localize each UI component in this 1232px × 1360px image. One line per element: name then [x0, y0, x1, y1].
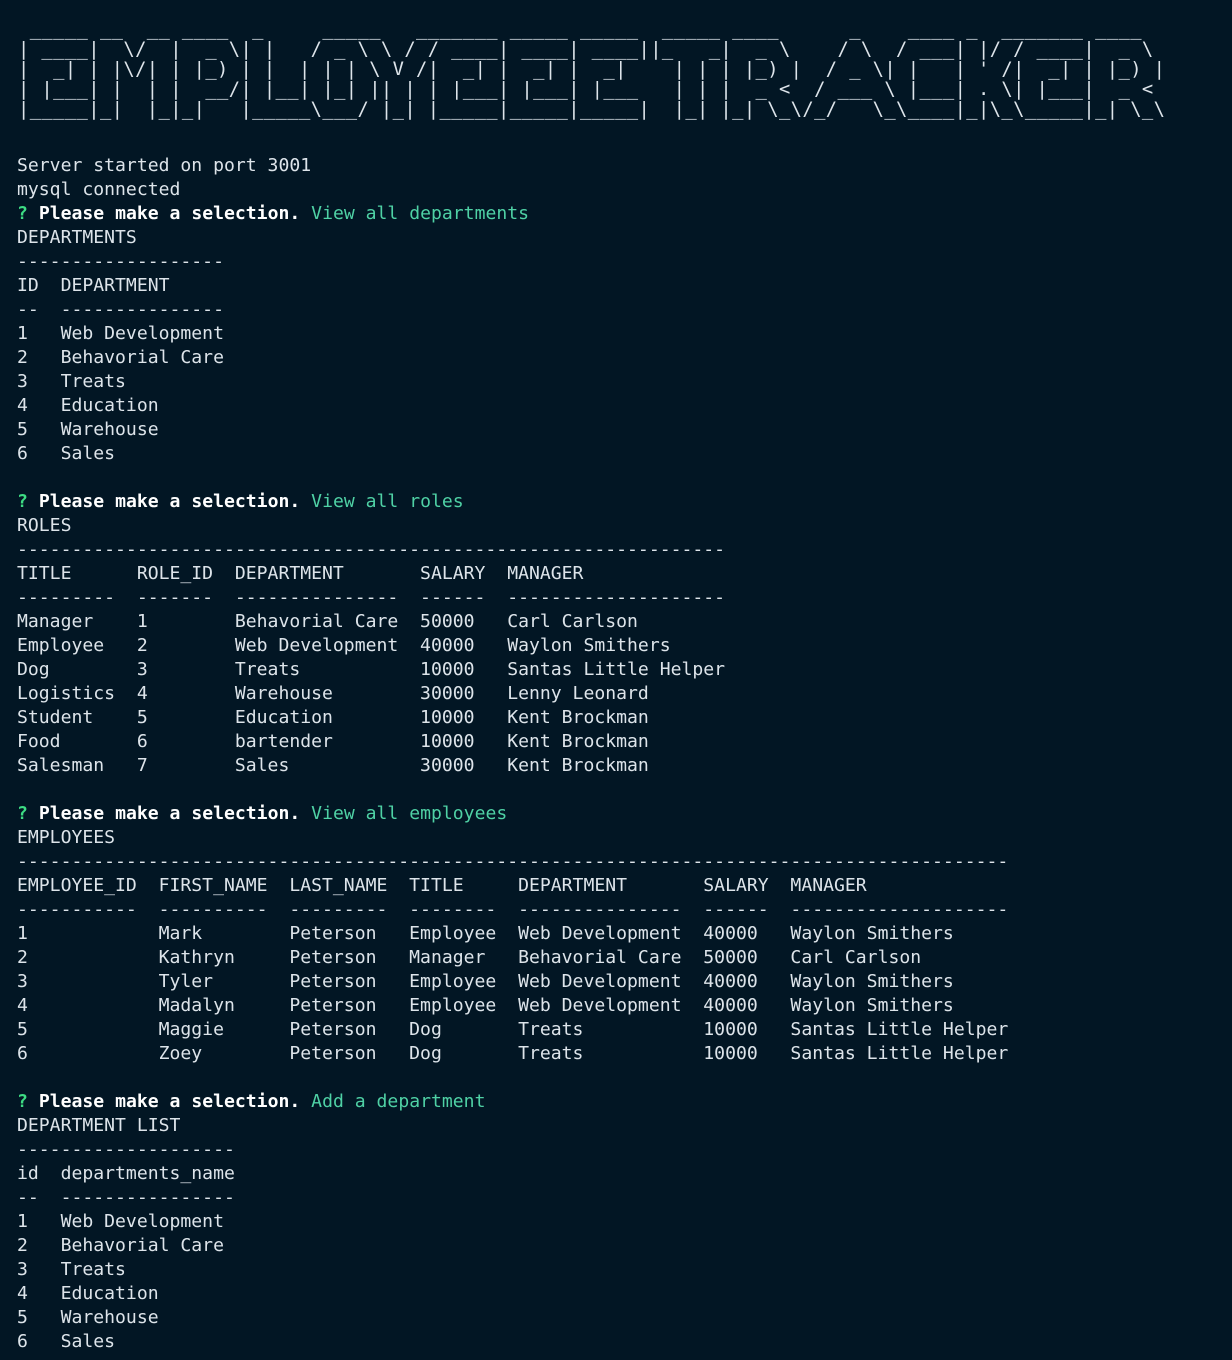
table-row: 3 Treats — [17, 1259, 126, 1280]
table-row: 5 Warehouse — [17, 1307, 159, 1328]
table-row: Employee 2 Web Development 40000 Waylon … — [17, 635, 671, 656]
table-underline: -- --------------- — [17, 299, 224, 320]
table-row: 6 Sales — [17, 1331, 116, 1352]
table-row: 2 Behavorial Care — [17, 347, 224, 368]
terminal-output: Server started on port 3001 mysql connec… — [17, 154, 1008, 1354]
prompt-marker: ? — [17, 203, 28, 224]
prompt-line: ? Please make a selection. View all depa… — [17, 202, 1008, 226]
terminal-window: _____ __ __ ____ _ _____ _______ _____ _… — [0, 0, 1232, 1360]
table-rule: ----------------------------------------… — [17, 539, 726, 560]
table-row: 4 Education — [17, 1283, 159, 1304]
table-row: 1 Web Development — [17, 323, 224, 344]
table-row: 5 Maggie Peterson Dog Treats 10000 Santa… — [17, 1019, 1009, 1040]
table-heading: DEPARTMENT LIST — [17, 1115, 181, 1136]
prompt-marker: ? — [17, 491, 28, 512]
prompt-answer: Add a department — [311, 1091, 486, 1112]
prompt-line: ? Please make a selection. View all role… — [17, 490, 1008, 514]
table-row: 2 Kathryn Peterson Manager Behavorial Ca… — [17, 947, 922, 968]
table-heading: ROLES — [17, 515, 72, 536]
table-row: 6 Zoey Peterson Dog Treats 10000 Santas … — [17, 1043, 1009, 1064]
startup-line: mysql connected — [17, 179, 181, 200]
table-header: EMPLOYEE_ID FIRST_NAME LAST_NAME TITLE D… — [17, 875, 867, 896]
ascii-banner: _____ __ __ ____ _ _____ _______ _____ _… — [18, 19, 1166, 120]
table-underline: -- ---------------- — [17, 1187, 235, 1208]
table-row: 4 Madalyn Peterson Employee Web Developm… — [17, 995, 954, 1016]
table-row: 3 Tyler Peterson Employee Web Developmen… — [17, 971, 954, 992]
table-rule: ----------------------------------------… — [17, 851, 1009, 872]
table-row: Food 6 bartender 10000 Kent Brockman — [17, 731, 649, 752]
table-row: 1 Mark Peterson Employee Web Development… — [17, 923, 954, 944]
table-rule: ------------------- — [17, 251, 224, 272]
table-underline: --------- ------- --------------- ------… — [17, 587, 726, 608]
prompt-message: Please make a selection. — [38, 491, 301, 512]
table-heading: EMPLOYEES — [17, 827, 116, 848]
table-row: 3 Treats — [17, 371, 126, 392]
prompt-message: Please make a selection. — [38, 803, 301, 824]
prompt-line: ? Please make a selection. View all empl… — [17, 802, 1008, 826]
table-row: 1 Web Development — [17, 1211, 224, 1232]
prompt-marker: ? — [17, 1091, 28, 1112]
table-row: Student 5 Education 10000 Kent Brockman — [17, 707, 649, 728]
table-header: ID DEPARTMENT — [17, 275, 170, 296]
prompt-answer: View all roles — [311, 491, 464, 512]
prompt-answer: View all departments — [311, 203, 530, 224]
table-row: Manager 1 Behavorial Care 50000 Carl Car… — [17, 611, 638, 632]
table-row: 6 Sales — [17, 443, 116, 464]
table-row: 2 Behavorial Care — [17, 1235, 224, 1256]
table-row: Dog 3 Treats 10000 Santas Little Helper — [17, 659, 726, 680]
table-rule: -------------------- — [17, 1139, 235, 1160]
table-row: 5 Warehouse — [17, 419, 159, 440]
prompt-marker: ? — [17, 803, 28, 824]
table-underline: ----------- ---------- --------- -------… — [17, 899, 1009, 920]
table-heading: DEPARTMENTS — [17, 227, 137, 248]
table-header: TITLE ROLE_ID DEPARTMENT SALARY MANAGER — [17, 563, 584, 584]
prompt-message: Please make a selection. — [38, 203, 301, 224]
table-row: 4 Education — [17, 395, 159, 416]
prompt-line: ? Please make a selection. Add a departm… — [17, 1090, 1008, 1114]
table-header: id departments_name — [17, 1163, 235, 1184]
startup-line: Server started on port 3001 — [17, 155, 312, 176]
prompt-message: Please make a selection. — [38, 1091, 301, 1112]
prompt-answer: View all employees — [311, 803, 508, 824]
table-row: Salesman 7 Sales 30000 Kent Brockman — [17, 755, 649, 776]
table-row: Logistics 4 Warehouse 30000 Lenny Leonar… — [17, 683, 649, 704]
